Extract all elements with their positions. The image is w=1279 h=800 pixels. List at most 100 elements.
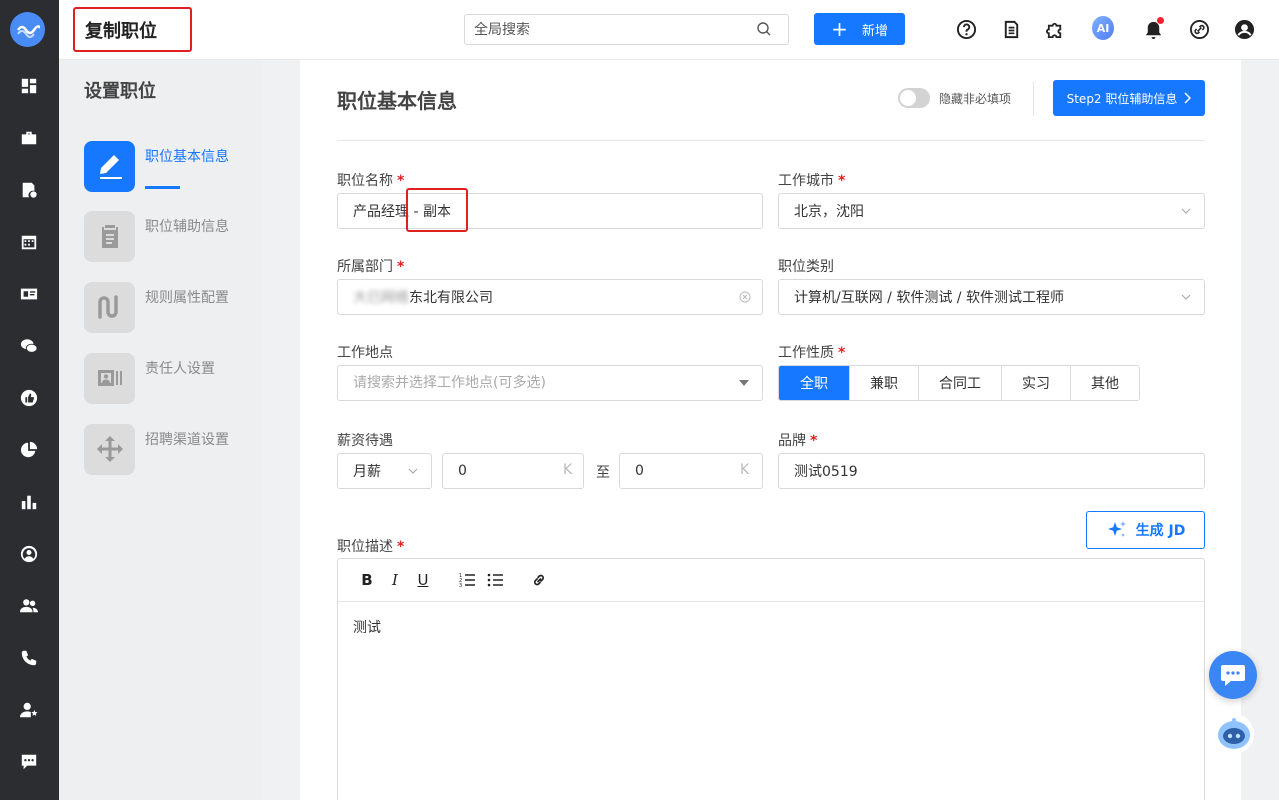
city-select[interactable]: 北京，沈阳 [778,193,1205,229]
user-circle-icon[interactable] [19,544,39,564]
salary-to-label: 至 [596,465,610,481]
users-icon[interactable] [19,596,39,616]
sparkle-icon [1107,521,1126,537]
brand-input[interactable]: 测试0519 [778,453,1205,489]
calendar-icon[interactable] [19,232,39,252]
highlight-annotation [406,188,468,232]
ai-assistant-icon[interactable]: AI [1092,16,1114,40]
chevron-right-icon [1184,92,1192,104]
pencil-icon [84,140,135,192]
user-avatar-icon[interactable] [1233,18,1255,40]
step-auxiliary-info[interactable]: 职位辅助信息 [84,210,254,262]
app-rail [0,0,59,800]
editor-toolbar: B I U 123 [338,559,1204,602]
bold-icon[interactable]: B [353,566,381,594]
app-logo[interactable] [10,12,45,47]
chat-bubble-icon [1221,665,1245,686]
step-label: 招聘渠道设置 [145,432,229,448]
step-label: 规则属性配置 [145,290,229,306]
robot-icon [1218,718,1250,749]
contact-card-icon[interactable] [19,284,39,304]
phone-icon[interactable] [19,648,39,668]
underline-icon[interactable]: U [409,566,437,594]
job-name-label: 职位名称 * [337,173,405,189]
briefcase-icon[interactable] [19,128,39,148]
notification-bell-icon[interactable] [1142,17,1164,40]
header-divider [1033,82,1034,116]
step-label: 职位辅助信息 [145,219,229,235]
robot-assistant[interactable] [1214,714,1254,754]
page-title: 复制职位 [73,7,192,52]
nature-option-other[interactable]: 其他 [1070,366,1139,400]
category-select[interactable]: 计算机/互联网 / 软件测试 / 软件测试工程师 [778,279,1205,315]
search-icon[interactable] [756,21,772,37]
chevron-down-icon [408,468,418,474]
description-label: 职位描述 * [337,539,405,555]
pie-chart-icon[interactable] [19,440,39,460]
help-icon[interactable] [955,18,977,40]
step2-button[interactable]: Step2 职位辅助信息 [1053,80,1205,116]
message-icon[interactable] [19,752,39,772]
step-rule-attributes[interactable]: 规则属性配置 [84,281,254,333]
notification-dot [1157,17,1164,24]
new-button-label: 新增 [861,23,888,39]
step-label: 责任人设置 [145,361,215,377]
salary-min-unit: K [563,462,573,478]
steps-title: 设置职位 [84,81,156,102]
nature-option-parttime[interactable]: 兼职 [849,366,918,400]
top-bar: 复制职位 + 新增 AI [59,0,1279,60]
hide-optional-toggle[interactable] [898,88,930,108]
italic-icon[interactable]: I [381,566,409,594]
job-nature-segmented: 全职 兼职 合同工 实习 其他 [778,365,1140,401]
plugin-icon[interactable] [1044,18,1066,40]
plus-icon: + [831,17,848,41]
form-title: 职位基本信息 [337,89,457,113]
hide-optional-label: 隐藏非必填项 [939,92,1012,106]
department-input[interactable]: 大已网络 东北有限公司 [337,279,763,315]
location-input[interactable] [337,365,763,401]
user-star-icon[interactable] [19,700,39,720]
svg-text:3: 3 [459,583,462,588]
salary-max-unit: K [740,462,750,478]
link-icon[interactable] [1188,18,1210,40]
bullet-list-icon[interactable] [481,566,509,594]
thumbs-up-icon[interactable] [19,388,39,408]
clear-icon[interactable] [739,291,751,303]
department-blurred-text: 大已网络 [353,290,409,306]
form-card: 职位基本信息 隐藏非必填项 Step2 职位辅助信息 职位名称 * 产品经理 - … [300,60,1241,800]
move-arrows-icon [84,423,135,475]
chat-fab[interactable] [1209,651,1257,699]
title-divider [337,140,1205,141]
squiggle-icon [84,281,135,333]
nature-option-fulltime[interactable]: 全职 [779,366,849,400]
job-name-input[interactable]: 产品经理 - 副本 [337,193,763,229]
generate-jd-button[interactable]: 生成 JD [1086,511,1205,549]
step-basic-info[interactable]: 职位基本信息 [84,140,254,192]
link-icon[interactable] [525,566,553,594]
nature-label: 工作性质 * [778,345,846,361]
nature-option-contract[interactable]: 合同工 [918,366,1001,400]
new-button[interactable]: + 新增 [814,13,905,45]
generate-jd-label: 生成 JD [1135,523,1186,539]
department-label: 所属部门 * [337,259,405,275]
department-text: 东北有限公司 [409,290,493,306]
document-icon[interactable] [1000,18,1022,40]
nature-option-intern[interactable]: 实习 [1001,366,1070,400]
global-search-input[interactable] [464,14,789,45]
description-content[interactable]: 测试 [338,602,1204,652]
location-label: 工作地点 [337,345,393,361]
ordered-list-icon[interactable]: 123 [453,566,481,594]
clipboard-icon [84,210,135,262]
city-label: 工作城市 * [778,173,846,189]
resume-icon[interactable] [19,180,39,200]
wechat-icon[interactable] [19,336,39,356]
dashboard-icon[interactable] [19,76,39,96]
bar-chart-icon[interactable] [19,492,39,512]
step-recruit-channels[interactable]: 招聘渠道设置 [84,423,254,475]
step-responsible-person[interactable]: 责任人设置 [84,352,254,404]
caret-down-icon [739,380,749,386]
step-label: 职位基本信息 [145,149,229,165]
salary-label: 薪资待遇 [337,433,393,449]
steps-sidebar: 设置职位 职位基本信息 职位辅助信息 规则属性配置 责任人设置 招聘渠道设置 [59,60,262,800]
description-editor: B I U 123 测试 [337,558,1205,800]
